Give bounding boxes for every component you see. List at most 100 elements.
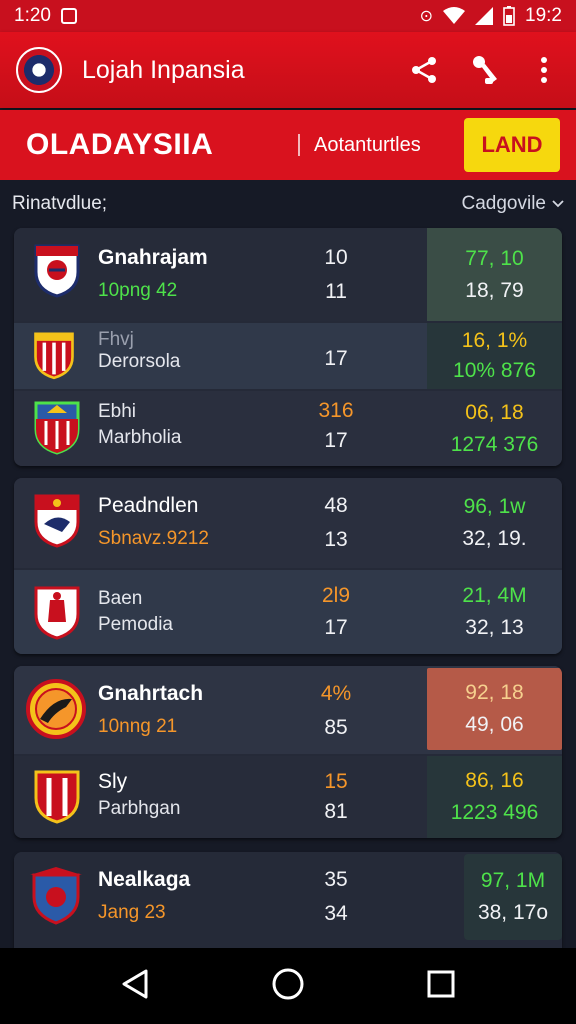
team-crest-icon — [34, 244, 80, 298]
score-value: 16, 1% — [461, 329, 528, 352]
section-header: OLADAYSIIA Aotanturtles LAND — [0, 110, 576, 180]
team-subtitle: 10png 42 — [98, 280, 178, 301]
match-group-1: Gnahrajam 10png 42 10 11 77, 10 18, 79 F… — [14, 228, 562, 466]
score-box[interactable]: 97, 1M 38, 17o — [464, 854, 562, 940]
land-button[interactable]: LAND — [464, 118, 560, 172]
table-row[interactable]: Gnahrajam 10png 42 10 11 77, 10 18, 79 — [14, 228, 562, 321]
table-row[interactable]: Peadndlen Sbnavz.9212 48 13 96, 1w 32, 1… — [14, 478, 562, 568]
tab-link[interactable]: Aotanturtles — [314, 134, 444, 157]
signal-icon — [475, 7, 494, 25]
team-subtitle: Sbnavz.9212 — [98, 528, 209, 549]
table-row[interactable]: Nealkaga Jang 23 35 34 97, 1M 38, 17o — [14, 852, 562, 948]
stat-value: 35 — [324, 868, 348, 891]
category-dropdown-label: Cadgovile — [461, 193, 547, 214]
score-value: 32, 19. — [462, 527, 527, 550]
stat-value: 34 — [324, 902, 348, 925]
score-box[interactable]: 92, 18 49, 06 — [427, 668, 562, 750]
team-subtitle: Jang 23 — [98, 902, 166, 923]
notification-icon — [60, 8, 77, 24]
alarm-icon: ⊙ — [419, 8, 434, 25]
table-row[interactable]: Sly Parbhgan 15 81 86, 16 1223 496 — [14, 756, 562, 838]
team-abbrev: Fhvj — [98, 329, 134, 350]
team-abbrev: Sly — [98, 770, 128, 793]
stat-value: 15 — [324, 770, 348, 793]
team-abbrev: Baen — [98, 588, 143, 609]
score-box[interactable]: 16, 1% 10% 876 — [427, 323, 562, 389]
team-name: Peadndlen — [98, 494, 199, 517]
stat-value: 11 — [325, 280, 347, 303]
app-title: Lojah Inpansia — [82, 55, 245, 84]
status-bar: 1:20 ⊙ 19:2 — [0, 0, 576, 32]
section-title: OLADAYSIIA — [26, 128, 214, 161]
stat-value: 2l9 — [321, 584, 351, 607]
table-row[interactable]: Ebhi Marbholia 316 17 06, 18 1274 376 — [14, 391, 562, 466]
score-value: 1274 376 — [450, 432, 539, 456]
home-button[interactable] — [271, 967, 305, 1006]
stat-value: 17 — [324, 347, 348, 370]
score-value: 10% 876 — [453, 359, 536, 382]
stat-value: 48 — [324, 494, 348, 517]
score-value: 06, 18 — [465, 400, 524, 424]
app-logo[interactable] — [16, 47, 62, 93]
score-value: 38, 17o — [477, 901, 549, 924]
team-crest-icon — [26, 679, 86, 739]
system-nav-bar — [0, 948, 576, 1024]
filter-row: Rinatvdlue; Cadgovile — [0, 182, 576, 226]
stat-value: 85 — [324, 716, 348, 739]
score-value: 1223 496 — [450, 801, 539, 824]
stat-value: 81 — [324, 800, 348, 823]
home-icon — [272, 968, 304, 999]
battery-icon — [503, 6, 515, 26]
back-icon — [122, 969, 148, 998]
score-value: 86, 16 — [465, 769, 524, 792]
team-name: Gnahrajam — [98, 246, 208, 269]
team-name: Marbholia — [98, 427, 182, 448]
filter-label: Rinatvdlue; — [12, 193, 108, 214]
team-crest-icon — [30, 867, 82, 925]
stat-value: 13 — [324, 528, 348, 551]
score-value: 21, 4M — [462, 584, 527, 607]
score-value: 18, 79 — [465, 278, 524, 302]
team-name: Pemodia — [98, 614, 173, 635]
team-abbrev: Ebhi — [98, 401, 137, 422]
table-row[interactable]: Baen Pemodia 2l9 17 21, 4M 32, 13 — [14, 570, 562, 654]
match-group-3: Gnahrtach 10nng 21 4% 85 92, 18 49, 06 S… — [14, 666, 562, 838]
team-crest-icon — [34, 401, 80, 455]
status-time: 1:20 — [14, 5, 51, 26]
match-group-2: Peadndlen Sbnavz.9212 48 13 96, 1w 32, 1… — [14, 478, 562, 654]
wifi-icon — [443, 7, 466, 24]
score-box[interactable]: 77, 10 18, 79 — [427, 228, 562, 321]
score-box[interactable]: 96, 1w 32, 19. — [427, 478, 562, 568]
stat-value: 4% — [320, 682, 352, 705]
category-dropdown[interactable]: Cadgovile — [462, 193, 565, 215]
table-row[interactable]: Gnahrtach 10nng 21 4% 85 92, 18 49, 06 — [14, 666, 562, 754]
match-group-4: Nealkaga Jang 23 35 34 97, 1M 38, 17o — [14, 852, 562, 948]
score-value: 49, 06 — [465, 713, 524, 736]
back-button[interactable] — [120, 968, 150, 1005]
team-name: Derorsola — [98, 351, 181, 372]
score-box[interactable]: 86, 16 1223 496 — [427, 756, 562, 838]
team-name: Nealkaga — [98, 868, 191, 891]
more-vert-icon[interactable] — [528, 54, 560, 86]
team-crest-icon — [34, 586, 80, 640]
recents-button[interactable] — [426, 969, 456, 1004]
stat-value: 17 — [324, 429, 348, 452]
score-value: 92, 18 — [465, 681, 524, 704]
table-row[interactable]: Fhvj Derorsola 17 16, 1% 10% 876 — [14, 323, 562, 389]
stat-value: 17 — [324, 616, 348, 639]
team-crest-icon — [34, 770, 80, 824]
share-icon[interactable] — [408, 54, 440, 86]
stat-value: 10 — [324, 246, 348, 269]
team-name: Parbhgan — [98, 798, 181, 819]
score-box[interactable]: 21, 4M 32, 13 — [427, 570, 562, 654]
app-bar: Lojah Inpansia — [0, 32, 576, 108]
stat-value: 316 — [318, 399, 354, 422]
chevron-down-icon — [552, 200, 564, 208]
team-crest-icon — [34, 332, 74, 380]
team-crest-icon — [34, 494, 80, 548]
divider — [298, 134, 300, 156]
score-box[interactable]: 06, 18 1274 376 — [427, 391, 562, 466]
whistle-icon[interactable] — [468, 54, 500, 86]
score-value: 32, 13 — [465, 616, 524, 639]
team-name: Gnahrtach — [98, 682, 204, 705]
